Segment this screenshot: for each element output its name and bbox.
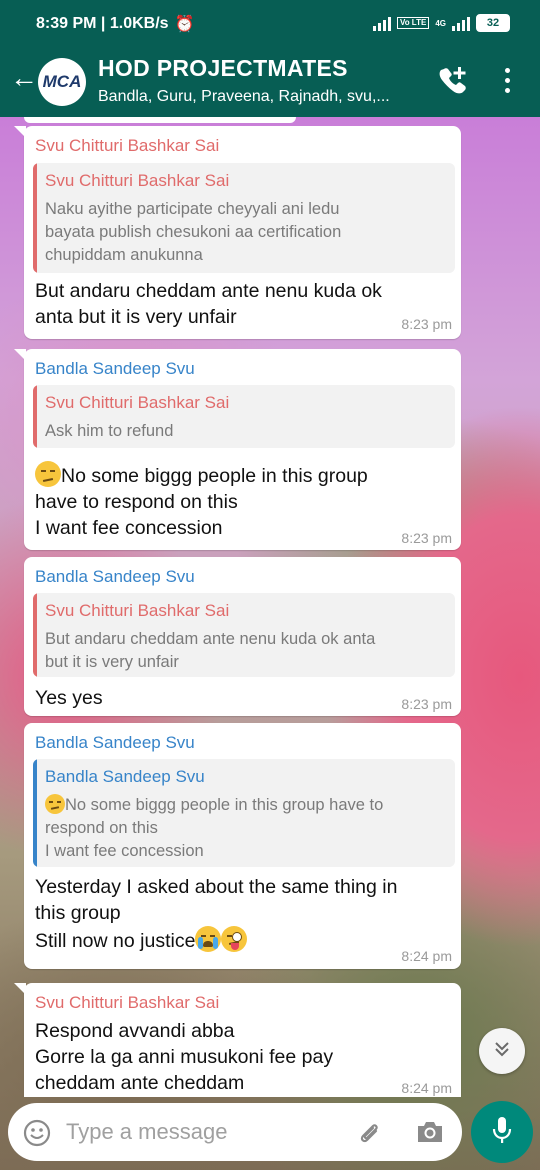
message-input[interactable] xyxy=(66,1117,336,1147)
alarm-icon: ⏰ xyxy=(174,16,195,33)
message-sender[interactable]: Bandla Sandeep Svu xyxy=(35,733,195,753)
quoted-text: Ask him to refund xyxy=(45,422,174,440)
smirk-emoji-icon xyxy=(35,461,61,487)
quoted-sender: Svu Chitturi Bashkar Sai xyxy=(45,601,230,620)
quoted-message[interactable]: Svu Chitturi Bashkar Sai But andaru ched… xyxy=(33,593,455,677)
quoted-message[interactable]: Svu Chitturi Bashkar Sai Naku ayithe par… xyxy=(33,163,455,273)
message-bubble[interactable]: Bandla Sandeep Svu Svu Chitturi Bashkar … xyxy=(24,557,461,716)
status-time: 8:39 PM xyxy=(36,15,97,32)
scroll-to-bottom-button[interactable] xyxy=(479,1028,525,1074)
message-sender[interactable]: Bandla Sandeep Svu xyxy=(35,567,195,587)
chat-header: ← MCA HOD PROJECTMATES Bandla, Guru, Pra… xyxy=(0,48,540,117)
status-indicators: Vo LTE 4G 32 xyxy=(372,14,510,32)
quoted-message[interactable]: Bandla Sandeep Svu No some biggg people … xyxy=(33,759,455,867)
double-chevron-down-icon xyxy=(492,1039,512,1064)
mic-button[interactable] xyxy=(471,1101,533,1163)
paperclip-icon[interactable] xyxy=(354,1117,384,1152)
previous-message-bubble xyxy=(24,117,296,123)
mic-icon xyxy=(490,1115,514,1150)
message-bubble[interactable]: Bandla Sandeep Svu Svu Chitturi Bashkar … xyxy=(14,349,461,550)
group-title[interactable]: HOD PROJECTMATES xyxy=(98,55,348,82)
message-sender[interactable]: Svu Chitturi Bashkar Sai xyxy=(35,136,219,156)
group-members[interactable]: Bandla, Guru, Praveena, Rajnadh, svu,... xyxy=(98,88,418,106)
crying-emoji-icon xyxy=(195,926,222,952)
quoted-message[interactable]: Svu Chitturi Bashkar Sai Ask him to refu… xyxy=(33,385,455,448)
message-bubble[interactable]: Bandla Sandeep Svu Bandla Sandeep Svu No… xyxy=(24,723,461,969)
message-composer xyxy=(8,1103,462,1161)
message-text: But andaru cheddam ante nenu kuda ok ant… xyxy=(35,280,382,328)
message-time: 8:24 pm xyxy=(401,1080,452,1096)
message-bubble[interactable]: Svu Chitturi Bashkar Sai Respond avvandi… xyxy=(14,983,461,1097)
message-time: 8:23 pm xyxy=(401,530,452,546)
quoted-text: Naku ayithe participate cheyyali ani led… xyxy=(45,200,342,264)
quoted-sender: Bandla Sandeep Svu xyxy=(45,767,205,786)
volte-icon: Vo LTE xyxy=(396,17,430,29)
message-text: Yes yes xyxy=(35,687,103,709)
signal-icon-2 xyxy=(452,15,470,31)
quoted-sender: Svu Chitturi Bashkar Sai xyxy=(45,171,230,190)
network-speed: 1.0KB/s xyxy=(109,15,169,32)
quoted-sender: Svu Chitturi Bashkar Sai xyxy=(45,393,230,412)
message-sender[interactable]: Bandla Sandeep Svu xyxy=(35,359,195,379)
message-text: Yesterday I asked about the same thing i… xyxy=(35,876,398,952)
add-call-icon[interactable] xyxy=(436,64,470,103)
signal-icon xyxy=(372,15,391,31)
winking-tongue-emoji-icon xyxy=(221,926,248,952)
quoted-text: No some biggg people in this group have … xyxy=(45,794,384,860)
message-time: 8:24 pm xyxy=(401,948,452,964)
message-bubble[interactable]: Svu Chitturi Bashkar Sai Svu Chitturi Ba… xyxy=(14,126,461,339)
emoji-icon[interactable] xyxy=(22,1118,52,1153)
message-list[interactable]: Svu Chitturi Bashkar Sai Svu Chitturi Ba… xyxy=(0,117,540,1097)
network-type: 4G xyxy=(435,18,446,28)
message-time: 8:23 pm xyxy=(401,696,452,712)
message-text: Respond avvandi abba Gorre la ga anni mu… xyxy=(35,1020,334,1094)
more-vert-icon[interactable] xyxy=(505,68,510,93)
battery-icon: 32 xyxy=(476,14,510,32)
group-avatar[interactable]: MCA xyxy=(38,58,86,106)
status-bar: 8:39 PM | 1.0KB/s ⏰ Vo LTE 4G 32 xyxy=(0,0,540,48)
camera-icon[interactable] xyxy=(415,1119,445,1150)
arrow-left-icon[interactable]: ← xyxy=(10,64,38,92)
message-time: 8:23 pm xyxy=(401,316,452,332)
message-sender[interactable]: Svu Chitturi Bashkar Sai xyxy=(35,993,219,1013)
message-text: No some biggg people in this group have … xyxy=(35,461,445,541)
smirk-emoji-icon xyxy=(45,794,65,814)
quoted-text: But andaru cheddam ante nenu kuda ok ant… xyxy=(45,630,376,671)
